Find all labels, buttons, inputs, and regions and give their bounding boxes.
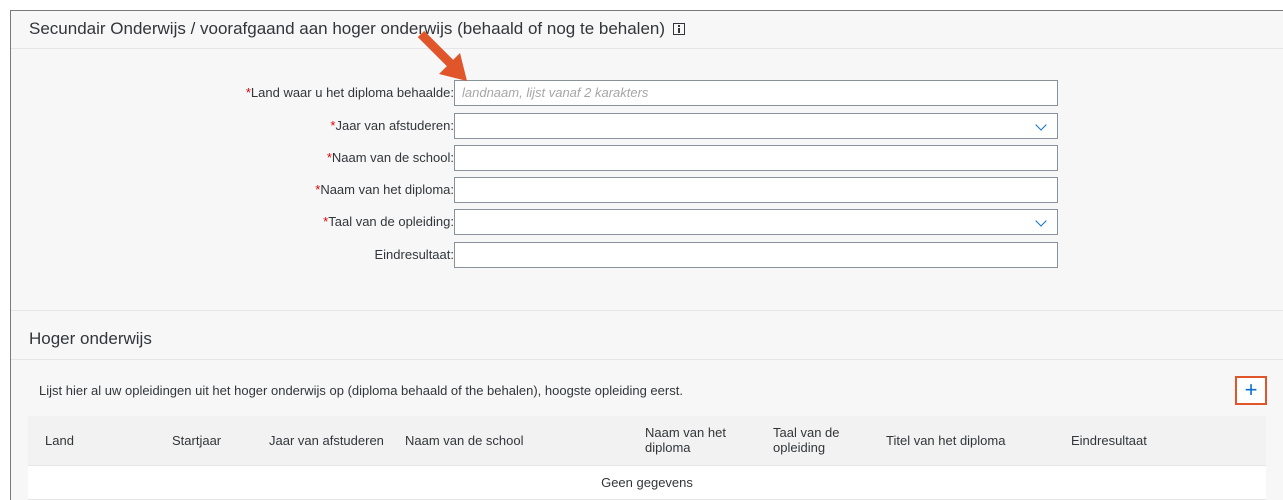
no-data-text: Geen gegevens [601,475,693,490]
jaar-select[interactable] [454,113,1058,139]
higher-section-header [11,310,1283,360]
secondary-title-text: Secundair Onderwijs / voorafgaand aan ho… [29,19,666,38]
column-header-naam-van-de-school[interactable]: Naam van de school [405,433,524,448]
diploma-label: *Naam van het diploma: [315,182,454,197]
higher-section-title: Hoger onderwijs [29,329,152,348]
form-row-diploma: *Naam van het diploma: [11,177,454,203]
column-header-naam-van-het-diploma[interactable]: Naam van het diploma [645,425,740,455]
form-row-eindresultaat: Eindresultaat: [11,242,455,268]
table-empty-row: Geen gegevens [28,466,1266,500]
school-input[interactable] [454,145,1058,171]
taal-label: *Taal van de opleiding: [323,214,454,229]
higher-list-description: Lijst hier al uw opleidingen uit het hog… [39,383,683,398]
table-header: Land Startjaar Jaar van afstuderen Naam … [28,416,1266,466]
section-divider [11,48,1283,49]
chevron-down-icon[interactable] [1035,119,1047,131]
form-row-school: *Naam van de school: [11,145,454,171]
application-frame: Secundair Onderwijs / voorafgaand aan ho… [10,10,1283,500]
taal-select[interactable] [454,209,1058,235]
column-header-taal-van-de-opleiding[interactable]: Taal van de opleiding [773,425,853,455]
form-row-jaar: *Jaar van afstuderen: [11,113,454,139]
column-header-land[interactable]: Land [45,433,74,448]
eindresultaat-label: Eindresultaat: [374,247,455,262]
add-button[interactable]: + [1235,376,1267,405]
land-input-placeholder: landnaam, lijst vanaf 2 karakters [462,85,649,100]
eindresultaat-input[interactable] [454,242,1058,268]
column-header-titel-van-het-diploma[interactable]: Titel van het diploma [886,433,1005,448]
info-icon[interactable] [673,23,686,35]
land-input[interactable]: landnaam, lijst vanaf 2 karakters [454,80,1058,106]
column-header-eindresultaat[interactable]: Eindresultaat [1071,433,1147,448]
chevron-down-icon[interactable] [1035,215,1047,227]
column-header-jaar-van-afstuderen[interactable]: Jaar van afstuderen [269,433,384,448]
diploma-input[interactable] [454,177,1058,203]
school-label: *Naam van de school: [326,150,454,165]
plus-icon: + [1244,377,1258,402]
column-header-startjaar[interactable]: Startjaar [172,433,221,448]
form-row-land: *Land waar u het diploma behaalde: [11,80,454,106]
arrow-icon [417,30,467,81]
form-row-taal: *Taal van de opleiding: [11,209,454,235]
land-label: *Land waar u het diploma behaalde: [245,85,454,100]
jaar-label: *Jaar van afstuderen: [330,118,454,133]
secondary-section-title: Secundair Onderwijs / voorafgaand aan ho… [29,19,686,39]
